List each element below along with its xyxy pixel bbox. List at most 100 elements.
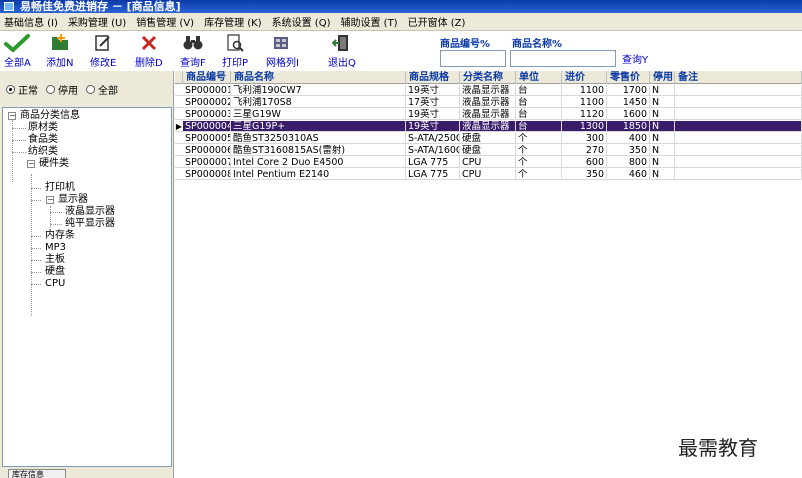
row-indicator — [175, 157, 183, 167]
product-code-input[interactable] — [440, 50, 506, 67]
menu-aux-settings[interactable]: 辅助设置 (T) — [340, 14, 397, 29]
cell-disabled: N — [650, 133, 675, 144]
cell-unit: 个 — [516, 145, 562, 156]
category-tree[interactable]: − 商品分类信息 原材类 食品类 纺织类 − 硬件类 打印机 − 显示器 液晶显… — [2, 107, 172, 467]
product-name-input[interactable] — [510, 50, 616, 67]
cell-note — [675, 169, 802, 180]
table-row[interactable]: SP000006 酷鱼ST3160815AS(雷射) S-ATA/160G 硬盘个 27… — [175, 145, 802, 156]
col-header-note[interactable]: 备注 — [675, 71, 802, 84]
cell-name: 酷鱼ST3160815AS(雷射) — [231, 145, 406, 156]
add-button[interactable]: 添加N — [46, 33, 73, 69]
cell-unit: 台 — [516, 85, 562, 96]
filter-disabled-radio[interactable]: 停用 — [46, 82, 78, 97]
col-header-code[interactable]: 商品编号 — [183, 71, 231, 84]
cell-code: SP000001 — [185, 85, 231, 96]
col-header-cost[interactable]: 进价 — [562, 71, 607, 84]
table-row[interactable]: SP000003 三星G19W 19英寸 液晶显示器台 1120 1600 N — [175, 109, 802, 120]
menu-inventory[interactable]: 库存管理 (K) — [204, 14, 262, 29]
menu-sales[interactable]: 销售管理 (V) — [136, 14, 194, 29]
cell-code: SP000007 — [185, 157, 231, 168]
menu-open-windows[interactable]: 已开窗体 (Z) — [408, 14, 466, 29]
cell-note — [675, 121, 802, 132]
tree-node-hardware[interactable]: 硬件类 — [39, 158, 69, 170]
col-header-spec[interactable]: 商品规格 — [406, 71, 460, 84]
tree-node-textile[interactable]: 纺织类 — [28, 146, 58, 158]
cell-unit: 个 — [516, 133, 562, 144]
table-row[interactable]: SP000005 酷鱼ST3250310AS S-ATA/250G 硬盘个 300 400… — [175, 133, 802, 144]
cell-retail: 1850 — [607, 121, 650, 132]
menu-purchase[interactable]: 采购管理 (U) — [68, 14, 126, 29]
delete-button[interactable]: 删除D — [135, 33, 163, 69]
product-grid: 商品编号 商品名称 商品规格 分类名称 单位 进价 零售价 停用 备注 SP00… — [175, 71, 802, 478]
filter-all-label: 全部 — [98, 86, 118, 97]
menu-basic-info[interactable]: 基础信息 (I) — [4, 14, 58, 29]
inventory-info-tab[interactable]: 库存信息 — [8, 469, 66, 478]
cell-disabled: N — [650, 145, 675, 156]
tree-node-cpu[interactable]: CPU — [45, 278, 65, 290]
cell-code: SP000002 — [185, 97, 231, 108]
col-header-category[interactable]: 分类名称 — [460, 71, 516, 84]
cell-unit: 个 — [516, 157, 562, 168]
table-row[interactable]: SP000008 Intel Pentium E2140 LGA 775 CPU 个 35… — [175, 169, 802, 180]
tree-node-printer[interactable]: 打印机 — [45, 182, 75, 194]
cell-name: Intel Pentium E2140 — [231, 169, 406, 180]
col-header-unit[interactable]: 单位 — [516, 71, 562, 84]
tree-node-crt-monitor[interactable]: 纯平显示器 — [65, 218, 115, 230]
row-indicator — [175, 85, 183, 95]
collapse-icon[interactable]: − — [8, 112, 16, 120]
collapse-icon[interactable]: − — [46, 196, 54, 204]
edit-button-label: 修改E — [90, 58, 117, 69]
cell-name: 飞利浦190CW7 — [231, 85, 406, 96]
tree-node-hard-disk[interactable]: 硬盘 — [45, 266, 65, 278]
col-header-name[interactable]: 商品名称 — [231, 71, 406, 84]
delete-button-label: 删除D — [135, 58, 163, 69]
filter-normal-radio[interactable]: 正常 — [6, 82, 38, 97]
col-header-disabled[interactable]: 停用 — [650, 71, 675, 84]
cell-disabled: N — [650, 157, 675, 168]
col-header-retail[interactable]: 零售价 — [607, 71, 650, 84]
tree-node-raw-materials[interactable]: 原材类 — [28, 122, 58, 134]
tree-node-food[interactable]: 食品类 — [28, 134, 58, 146]
cell-category: CPU — [460, 157, 516, 168]
cell-category: 液晶显示器 — [460, 121, 516, 132]
cell-note — [675, 145, 802, 156]
cell-disabled: N — [650, 109, 675, 120]
cell-cost: 350 — [562, 169, 607, 180]
table-row[interactable]: SP000007 Intel Core 2 Duo E4500 LGA 775 CPU… — [175, 157, 802, 168]
grid-columns-button[interactable]: 网格列I — [266, 33, 299, 69]
table-row[interactable]: SP000002 飞利浦170S8 17英寸 液晶显示器台 1100 1450 N — [175, 97, 802, 108]
cell-name: 三星G19P+ — [231, 121, 406, 132]
collapse-icon[interactable]: − — [27, 160, 35, 168]
filter-all-radio[interactable]: 全部 — [86, 82, 118, 97]
all-button-label: 全部A — [4, 58, 31, 69]
tree-node-monitor[interactable]: 显示器 — [58, 194, 88, 206]
menu-system-settings[interactable]: 系统设置 (Q) — [272, 14, 331, 29]
cell-category: 液晶显示器 — [460, 109, 516, 120]
all-button[interactable]: 全部A — [4, 33, 31, 69]
exit-button[interactable]: 退出Q — [328, 33, 356, 69]
print-button[interactable]: 打印P — [222, 33, 248, 69]
table-row[interactable]: ▶ SP000004 三星G19P+ 19英寸 液晶显示器台 1300 1850 N — [175, 121, 802, 132]
grid-columns-button-label: 网格列I — [266, 58, 299, 69]
table-row[interactable]: SP000001 飞利浦190CW7 19英寸 液晶显示器台 1100 1700 N — [175, 85, 802, 96]
add-folder-icon — [50, 33, 70, 52]
tree-node-root[interactable]: 商品分类信息 — [20, 110, 80, 122]
cell-spec: 19英寸 — [406, 121, 460, 132]
cell-unit: 台 — [516, 109, 562, 120]
query-button[interactable]: 查询Y — [622, 51, 648, 66]
radio-dot — [86, 85, 95, 94]
cell-note — [675, 133, 802, 144]
window-titlebar: 易畅佳免费进销存 － [商品信息] — [0, 0, 802, 13]
current-row-pointer-icon: ▶ — [175, 121, 183, 131]
cell-disabled: N — [650, 97, 675, 108]
app-icon — [4, 2, 14, 11]
exit-button-label: 退出Q — [328, 58, 356, 69]
tree-node-lcd-monitor[interactable]: 液晶显示器 — [65, 206, 115, 218]
edit-button[interactable]: 修改E — [90, 33, 116, 69]
find-button[interactable]: 查询F — [180, 33, 206, 69]
cell-category: 液晶显示器 — [460, 97, 516, 108]
tree-node-memory[interactable]: 内存条 — [45, 230, 75, 242]
cell-category: 硬盘 — [460, 133, 516, 144]
tree-node-motherboard[interactable]: 主板 — [45, 254, 65, 266]
tree-node-mp3[interactable]: MP3 — [45, 242, 66, 254]
